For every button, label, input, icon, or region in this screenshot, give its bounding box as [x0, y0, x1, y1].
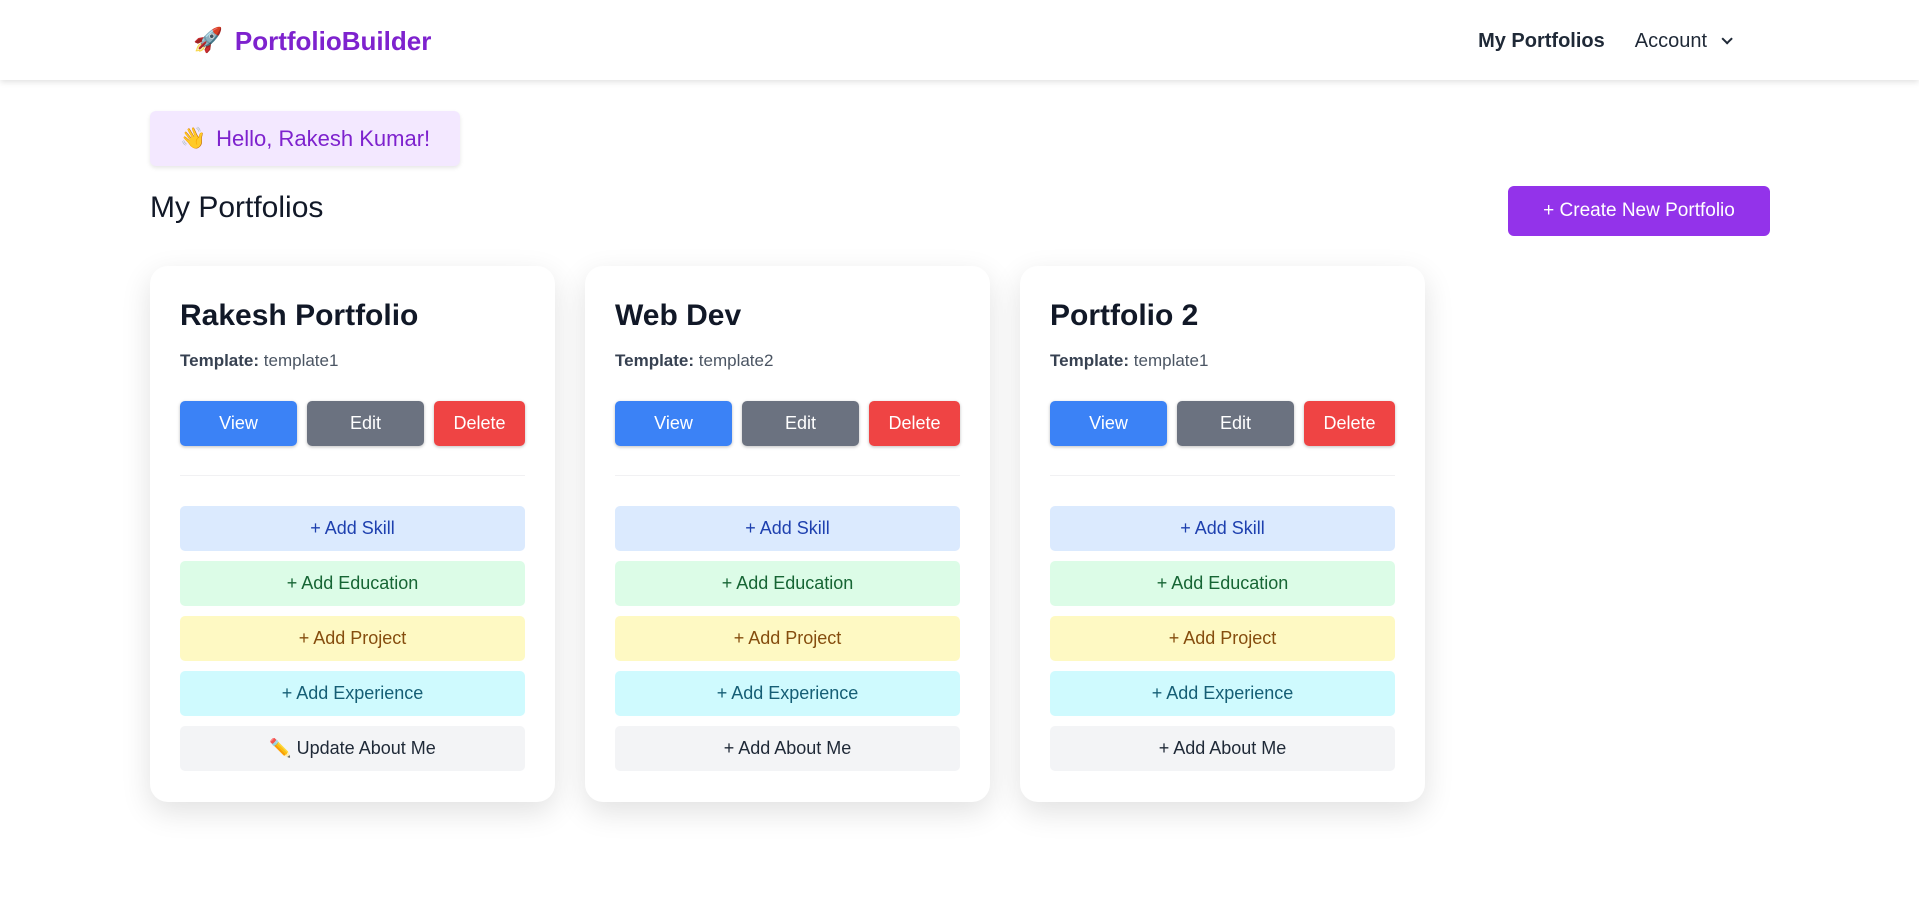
portfolio-card-list: Rakesh Portfolio Template: template1 Vie… — [150, 266, 1425, 802]
add-project-button[interactable]: + Add Project — [1050, 616, 1395, 661]
divider — [615, 475, 960, 476]
add-section-list: + Add Skill + Add Education + Add Projec… — [1050, 506, 1395, 771]
add-education-button[interactable]: + Add Education — [180, 561, 525, 606]
brand-name: PortfolioBuilder — [234, 26, 432, 56]
add-about-me-button[interactable]: + Add About Me — [1050, 726, 1395, 771]
add-skill-button[interactable]: + Add Skill — [180, 506, 525, 551]
portfolio-card: Web Dev Template: template2 View Edit De… — [585, 266, 990, 802]
card-actions: View Edit Delete — [1050, 401, 1395, 446]
add-project-button[interactable]: + Add Project — [615, 616, 960, 661]
add-section-list: + Add Skill + Add Education + Add Projec… — [615, 506, 960, 771]
greeting-banner: 👋 Hello, Rakesh Kumar! — [150, 111, 461, 166]
update-about-me-button[interactable]: ✏️ Update About Me — [180, 726, 525, 771]
template-value: template2 — [698, 351, 774, 370]
account-dropdown[interactable]: Account — [1634, 24, 1733, 58]
view-button[interactable]: View — [180, 401, 297, 446]
add-experience-button[interactable]: + Add Experience — [1050, 671, 1395, 716]
nav-links: My Portfolios Account — [1478, 24, 1733, 58]
add-experience-button[interactable]: + Add Experience — [615, 671, 960, 716]
template-label: Template: — [615, 351, 695, 370]
portfolio-title: Rakesh Portfolio — [180, 299, 419, 332]
top-navbar: 🚀 PortfolioBuilder My Portfolios Account — [0, 0, 1919, 80]
portfolio-template: Template: template1 — [180, 350, 525, 372]
add-project-button[interactable]: + Add Project — [180, 616, 525, 661]
add-about-me-button[interactable]: + Add About Me — [615, 726, 960, 771]
add-skill-button[interactable]: + Add Skill — [1050, 506, 1395, 551]
template-value: template1 — [1133, 351, 1209, 370]
add-section-list: + Add Skill + Add Education + Add Projec… — [180, 506, 525, 771]
nav-my-portfolios[interactable]: My Portfolios — [1478, 24, 1605, 58]
brand-logo-link[interactable]: 🚀 PortfolioBuilder — [193, 24, 431, 58]
edit-button[interactable]: Edit — [742, 401, 859, 446]
portfolio-template: Template: template1 — [1050, 350, 1395, 372]
template-label: Template: — [180, 351, 260, 370]
template-label: Template: — [1050, 351, 1130, 370]
divider — [1050, 475, 1395, 476]
create-portfolio-button[interactable]: + Create New Portfolio — [1508, 186, 1770, 236]
edit-button[interactable]: Edit — [307, 401, 424, 446]
rocket-icon: 🚀 — [193, 27, 223, 54]
portfolio-card: Rakesh Portfolio Template: template1 Vie… — [150, 266, 555, 802]
card-actions: View Edit Delete — [615, 401, 960, 446]
portfolio-title: Portfolio 2 — [1050, 299, 1199, 332]
edit-button[interactable]: Edit — [1177, 401, 1294, 446]
delete-button[interactable]: Delete — [1304, 401, 1395, 446]
account-label: Account — [1634, 30, 1707, 52]
portfolio-card: Portfolio 2 Template: template1 View Edi… — [1020, 266, 1425, 802]
greeting-text: Hello, Rakesh Kumar! — [216, 125, 431, 151]
template-value: template1 — [263, 351, 339, 370]
add-education-button[interactable]: + Add Education — [1050, 561, 1395, 606]
waving-hand-icon: 👋 — [180, 126, 207, 150]
portfolio-template: Template: template2 — [615, 350, 960, 372]
chevron-down-icon — [1721, 33, 1733, 45]
add-experience-button[interactable]: + Add Experience — [180, 671, 525, 716]
divider — [180, 475, 525, 476]
add-skill-button[interactable]: + Add Skill — [615, 506, 960, 551]
delete-button[interactable]: Delete — [434, 401, 525, 446]
page-title: My Portfolios — [150, 191, 324, 224]
view-button[interactable]: View — [615, 401, 732, 446]
delete-button[interactable]: Delete — [869, 401, 960, 446]
add-education-button[interactable]: + Add Education — [615, 561, 960, 606]
view-button[interactable]: View — [1050, 401, 1167, 446]
portfolio-title: Web Dev — [615, 299, 742, 332]
card-actions: View Edit Delete — [180, 401, 525, 446]
